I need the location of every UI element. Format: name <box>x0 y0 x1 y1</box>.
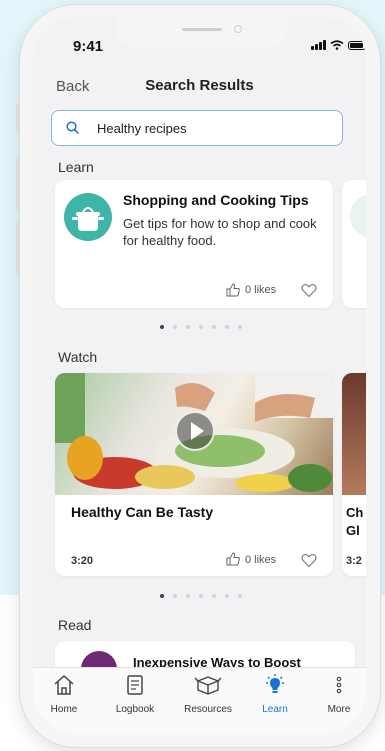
learn-card[interactable]: Shopping and Cooking Tips Get tips for h… <box>55 180 333 308</box>
play-icon[interactable] <box>175 411 215 451</box>
home-icon <box>54 674 74 695</box>
wifi-icon <box>330 40 344 50</box>
page-dot[interactable] <box>199 594 203 598</box>
section-label-read: Read <box>58 617 92 633</box>
volume-up-button <box>16 158 20 210</box>
status-time: 9:41 <box>73 38 104 55</box>
tab-label: Logbook <box>115 704 155 715</box>
page-dot[interactable] <box>225 594 229 598</box>
watch-card-title: Healthy Can Be Tasty <box>71 504 214 520</box>
learn-pagination <box>160 325 242 329</box>
page-dot[interactable] <box>160 325 164 329</box>
watch-pagination <box>160 594 242 598</box>
page-dot[interactable] <box>186 325 190 329</box>
tab-resources[interactable]: Resources <box>180 674 236 715</box>
video-duration: 3:2 <box>346 555 362 567</box>
tab-more[interactable]: More <box>311 674 366 715</box>
learn-card-next[interactable] <box>342 180 366 308</box>
tab-home[interactable]: Home <box>36 674 92 715</box>
more-icon <box>336 676 342 694</box>
heart-icon[interactable] <box>301 553 317 568</box>
tab-label: More <box>327 704 351 715</box>
title-line: Gl <box>346 523 360 538</box>
learn-card-description: Get tips for how to shop and cook for he… <box>123 216 317 248</box>
page-dot[interactable] <box>238 594 242 598</box>
learn-card-likes: 0 likes <box>245 284 277 296</box>
section-label-learn: Learn <box>58 159 94 175</box>
search-value: Healthy recipes <box>97 121 187 136</box>
thumbs-up-icon[interactable] <box>225 282 241 298</box>
phone-screen: 9:41 Search Results Back Healthy recipes… <box>33 17 366 733</box>
back-button[interactable]: Back <box>56 78 89 95</box>
video-thumbnail[interactable] <box>55 373 333 495</box>
search-input[interactable]: Healthy recipes <box>51 110 343 146</box>
page-dot[interactable] <box>212 325 216 329</box>
tab-label: Home <box>50 704 78 715</box>
video-duration: 3:20 <box>71 555 94 567</box>
tab-learn[interactable]: Learn <box>247 668 303 720</box>
heart-icon[interactable] <box>301 283 317 298</box>
battery-icon <box>348 41 366 50</box>
video-thumbnail[interactable] <box>342 373 366 495</box>
page-dot[interactable] <box>238 325 242 329</box>
page-dot[interactable] <box>186 594 190 598</box>
tab-label: Learn <box>262 704 288 715</box>
logbook-icon <box>127 675 143 695</box>
page-dot[interactable] <box>160 594 164 598</box>
lightbulb-icon <box>266 674 284 693</box>
notch <box>116 17 288 47</box>
watch-card-likes: 0 likes <box>245 554 277 566</box>
page-dot[interactable] <box>173 325 177 329</box>
tab-label: Resources <box>184 704 232 715</box>
signal-icon <box>311 40 326 50</box>
page-dot[interactable] <box>225 325 229 329</box>
title-line: Ch <box>346 505 364 520</box>
tab-logbook[interactable]: Logbook <box>107 674 163 715</box>
camera <box>234 25 242 33</box>
cooking-pot-icon <box>64 193 112 241</box>
page-dot[interactable] <box>212 594 216 598</box>
volume-down-button <box>16 222 20 274</box>
search-icon <box>66 121 80 135</box>
section-label-watch: Watch <box>58 349 98 365</box>
box-icon <box>194 676 222 695</box>
speaker <box>182 28 222 31</box>
card-icon <box>350 194 366 238</box>
page-dot[interactable] <box>199 325 203 329</box>
page-dot[interactable] <box>173 594 177 598</box>
thumbs-up-icon[interactable] <box>225 551 241 567</box>
tab-bar: Home Logbook Resources Learn More <box>33 667 366 733</box>
watch-card-next[interactable]: Ch Gl 3:2 <box>342 373 366 576</box>
watch-card[interactable]: Healthy Can Be Tasty 3:20 0 likes <box>55 373 333 576</box>
learn-card-title: Shopping and Cooking Tips <box>123 192 309 208</box>
status-icons <box>311 40 366 50</box>
mute-switch <box>16 103 20 133</box>
watch-card-next-title: Ch Gl <box>346 504 363 540</box>
